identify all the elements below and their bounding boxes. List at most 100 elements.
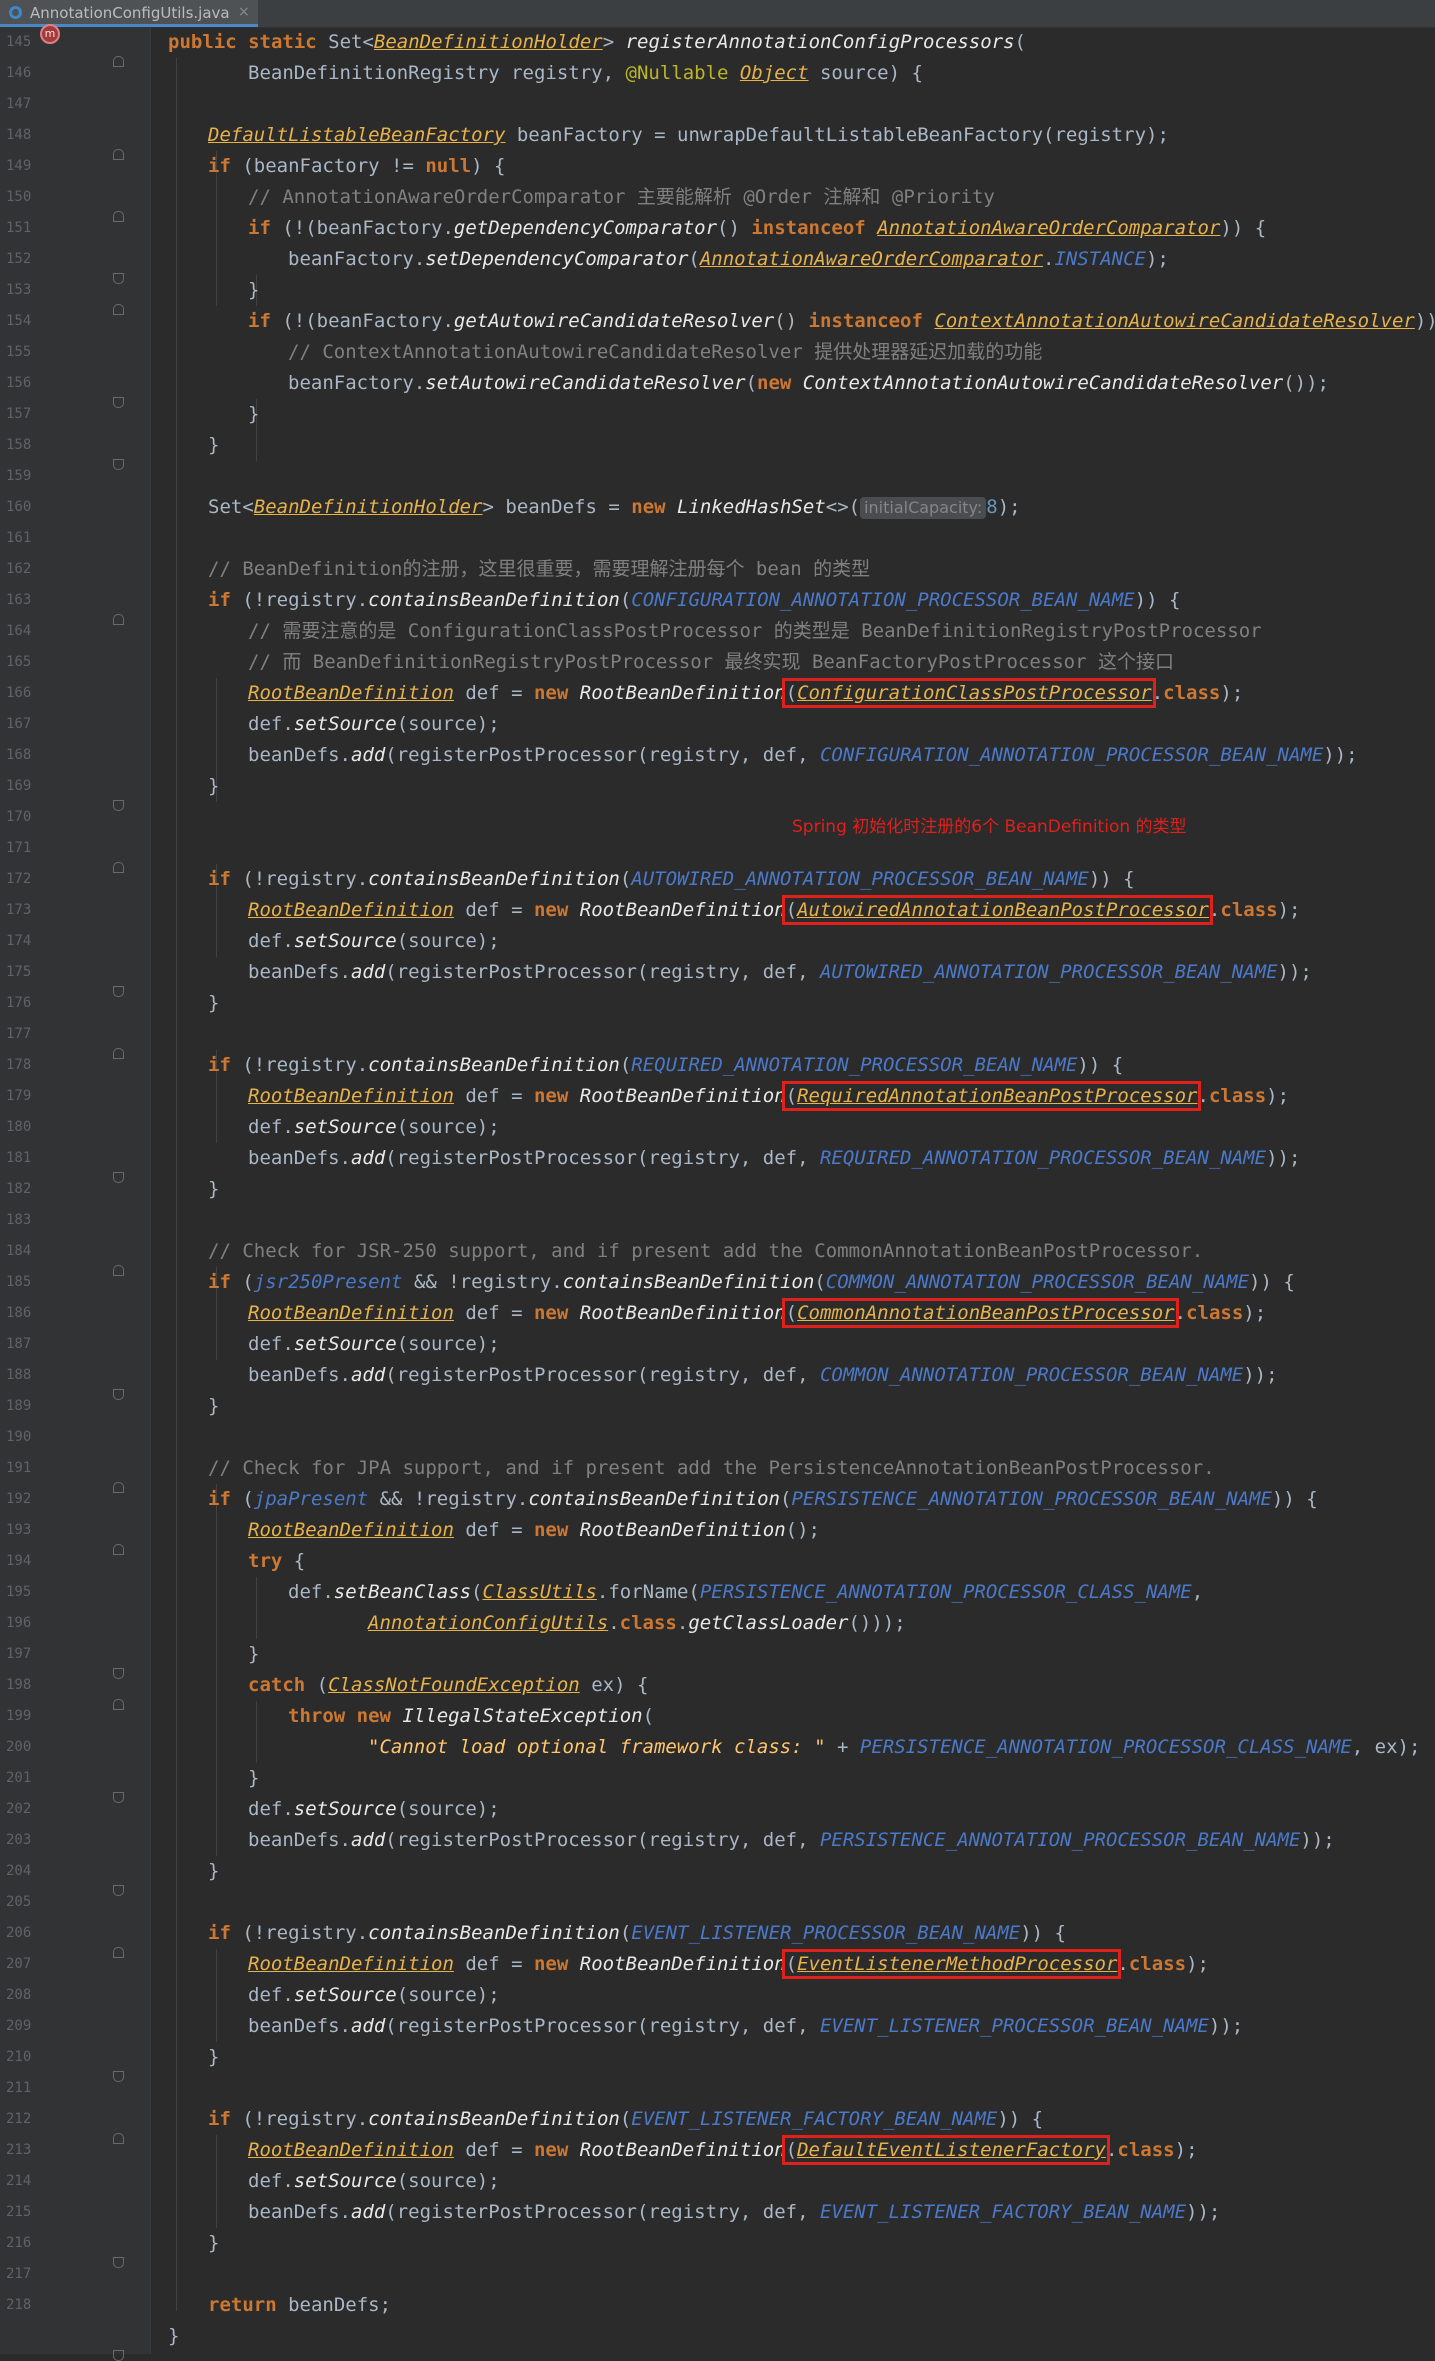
line-number: 166: [6, 685, 32, 701]
indent-guide: [216, 1949, 217, 2042]
line-number: 147: [6, 96, 32, 112]
line-number: 205: [6, 1894, 32, 1910]
code-line: beanDefs.add(registerPostProcessor(regis…: [248, 2201, 1221, 2223]
highlighted-class-common: (CommonAnnotationBeanPostProcessor: [781, 1298, 1179, 1328]
fold-marker[interactable]: [113, 211, 124, 222]
fold-marker[interactable]: [113, 1544, 124, 1555]
fold-marker[interactable]: [113, 2350, 124, 2361]
line-number: 193: [6, 1522, 32, 1538]
fold-marker[interactable]: [113, 2257, 124, 2268]
line-number: 211: [6, 2080, 32, 2096]
line-number: 163: [6, 592, 32, 608]
code-line: RootBeanDefinition def = new RootBeanDef…: [248, 1949, 1209, 1979]
fold-marker[interactable]: [113, 1482, 124, 1493]
code-line: BeanDefinitionRegistry registry, @Nullab…: [248, 62, 923, 84]
line-number: 215: [6, 2204, 32, 2220]
code-line: beanFactory.setAutowireCandidateResolver…: [288, 372, 1329, 394]
code-line: }: [208, 434, 220, 456]
fold-marker[interactable]: [113, 1947, 124, 1958]
code-line: def.setSource(source);: [248, 930, 500, 952]
line-number: 208: [6, 1987, 32, 2003]
parameter-hint: initialCapacity:: [860, 497, 987, 519]
code-line: def.setSource(source);: [248, 713, 500, 735]
code-line: // Check for JPA support, and if present…: [208, 1457, 1215, 1479]
code-line: // BeanDefinition的注册，这里很重要，需要理解注册每个 bean…: [208, 558, 871, 580]
indent-guide: [256, 1577, 257, 1639]
fold-marker[interactable]: [113, 2071, 124, 2082]
line-number: 210: [6, 2049, 32, 2065]
fold-marker[interactable]: [113, 1792, 124, 1803]
fold-marker[interactable]: [113, 1699, 124, 1710]
code-line: def.setSource(source);: [248, 2170, 500, 2192]
fold-marker[interactable]: [113, 862, 124, 873]
line-number: 190: [6, 1429, 32, 1445]
line-number: 192: [6, 1491, 32, 1507]
fold-marker[interactable]: [113, 273, 124, 284]
method-override-icon[interactable]: m: [40, 24, 60, 44]
line-number: 202: [6, 1801, 32, 1817]
java-class-icon: [9, 6, 22, 19]
code-line: if (jpaPresent && !registry.containsBean…: [208, 1488, 1318, 1510]
line-number: 161: [6, 530, 32, 546]
line-number: 159: [6, 468, 32, 484]
line-number: 169: [6, 778, 32, 794]
close-icon[interactable]: ×: [238, 4, 250, 20]
annotation-note: Spring 初始化时注册的6个 BeanDefinition 的类型: [792, 817, 1187, 837]
line-number: 162: [6, 561, 32, 577]
fold-marker[interactable]: [113, 614, 124, 625]
code-line: }: [248, 279, 260, 301]
line-number: 207: [6, 1956, 32, 1972]
code-line: }: [208, 1178, 220, 1200]
line-number: 186: [6, 1305, 32, 1321]
line-number: 172: [6, 871, 32, 887]
indent-guide: [176, 58, 177, 2311]
code-line: RootBeanDefinition def = new RootBeanDef…: [248, 2135, 1198, 2165]
code-line: if (!registry.containsBeanDefinition(AUT…: [208, 868, 1135, 890]
tab-label: AnnotationConfigUtils.java: [30, 4, 230, 22]
line-number: 164: [6, 623, 32, 639]
code-line: }: [248, 1767, 260, 1789]
code-line: beanDefs.add(registerPostProcessor(regis…: [248, 2015, 1244, 2037]
line-number: 201: [6, 1770, 32, 1786]
fold-marker[interactable]: [113, 1048, 124, 1059]
fold-marker[interactable]: [113, 1885, 124, 1896]
line-number: 149: [6, 158, 32, 174]
code-line: }: [248, 403, 260, 425]
line-number: 200: [6, 1739, 32, 1755]
fold-marker[interactable]: [113, 1668, 124, 1679]
fold-marker[interactable]: [113, 986, 124, 997]
line-number: 184: [6, 1243, 32, 1259]
fold-marker[interactable]: [113, 1172, 124, 1183]
code-line: beanDefs.add(registerPostProcessor(regis…: [248, 1364, 1278, 1386]
line-number: 154: [6, 313, 32, 329]
code-line: if (!registry.containsBeanDefinition(EVE…: [208, 1922, 1066, 1944]
fold-marker[interactable]: [113, 459, 124, 470]
code-line: def.setSource(source);: [248, 1333, 500, 1355]
fold-marker[interactable]: [113, 56, 124, 67]
code-line: RootBeanDefinition def = new RootBeanDef…: [248, 1519, 820, 1541]
line-number: 153: [6, 282, 32, 298]
code-line: AnnotationConfigUtils.class.getClassLoad…: [368, 1612, 906, 1634]
code-line: def.setSource(source);: [248, 1798, 500, 1820]
fold-marker[interactable]: [113, 397, 124, 408]
line-number: 188: [6, 1367, 32, 1383]
code-line: def.setSource(source);: [248, 1116, 500, 1138]
line-number: 170: [6, 809, 32, 825]
code-line: throw new IllegalStateException(: [288, 1705, 655, 1727]
code-line: catch (ClassNotFoundException ex) {: [248, 1674, 649, 1696]
fold-marker[interactable]: [113, 304, 124, 315]
code-line: public static Set<BeanDefinitionHolder> …: [168, 31, 1026, 53]
fold-marker[interactable]: [113, 2133, 124, 2144]
line-number: 197: [6, 1646, 32, 1662]
code-line: def.setSource(source);: [248, 1984, 500, 2006]
line-number: 191: [6, 1460, 32, 1476]
fold-marker[interactable]: [113, 1265, 124, 1276]
code-line: // 而 BeanDefinitionRegistryPostProcessor…: [248, 651, 1174, 673]
fold-marker[interactable]: [113, 149, 124, 160]
line-number: 196: [6, 1615, 32, 1631]
highlighted-class-event-method: (EventListenerMethodProcessor: [781, 1949, 1122, 1979]
tab-annotation-config-utils[interactable]: AnnotationConfigUtils.java ×: [0, 0, 258, 27]
fold-marker[interactable]: [113, 1389, 124, 1400]
fold-marker[interactable]: [113, 800, 124, 811]
code-line: // ContextAnnotationAutowireCandidateRes…: [288, 341, 1043, 363]
